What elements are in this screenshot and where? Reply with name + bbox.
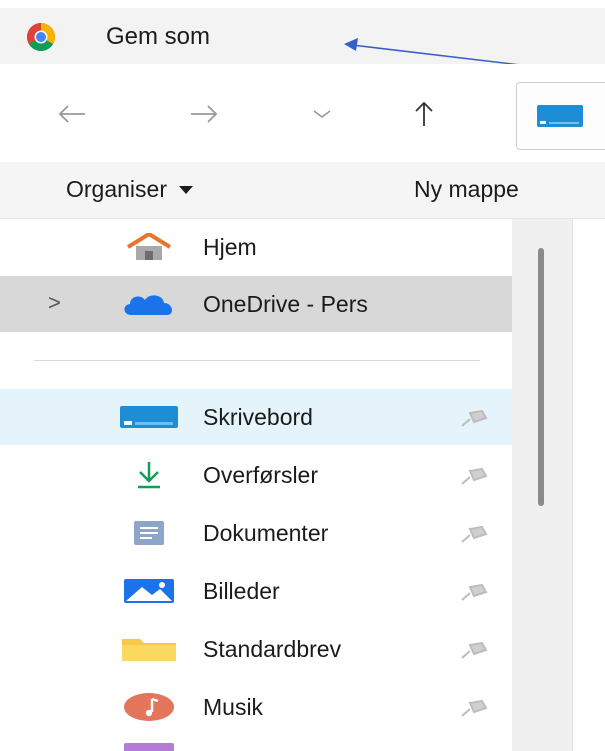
desktop-folder-icon [537, 105, 583, 127]
folder-icon [120, 632, 178, 666]
sidebar-item-label: Dokumenter [203, 520, 329, 546]
up-arrow-icon [415, 101, 433, 126]
pin-icon[interactable] [460, 408, 488, 428]
sidebar-item-label: Billeder [203, 578, 280, 604]
file-list-area[interactable] [572, 219, 605, 751]
up-button[interactable] [402, 92, 446, 136]
sidebar-item-onedrive[interactable]: > OneDrive - Pers [0, 276, 512, 332]
caret-down-icon [178, 185, 193, 194]
sidebar-item-label: Skrivebord [203, 404, 313, 430]
sidebar-item-label: OneDrive - Pers [203, 291, 368, 317]
home-icon [120, 230, 178, 264]
forward-arrow-icon [191, 105, 218, 123]
sidebar-item-desktop[interactable]: Skrivebord [0, 389, 512, 445]
address-bar[interactable] [516, 82, 605, 150]
sidebar-item-music[interactable]: Musik [0, 679, 512, 735]
navigation-bar [0, 64, 605, 162]
sidebar-item-label: Hjem [203, 234, 257, 260]
sidebar-item-documents[interactable]: Dokumenter [0, 505, 512, 561]
sidebar-item-label: Musik [203, 694, 264, 720]
section-divider [34, 360, 480, 361]
sidebar-item-standard-letters[interactable]: Standardbrev [0, 621, 512, 677]
music-icon [120, 690, 178, 724]
window-titlebar: Gem som [0, 8, 605, 64]
back-arrow-icon [58, 105, 85, 123]
documents-icon [120, 516, 178, 550]
desktop-folder-icon [120, 400, 178, 434]
new-folder-button[interactable]: Ny mappe [414, 176, 519, 203]
new-folder-label: Ny mappe [414, 176, 519, 202]
onedrive-cloud-icon [120, 287, 178, 321]
pin-icon[interactable] [460, 466, 488, 486]
organise-button[interactable]: Organiser [66, 176, 193, 203]
nav-pane-scrollbar[interactable] [538, 248, 544, 506]
sidebar-item-label: Standardbrev [203, 636, 342, 662]
sidebar-item-downloads[interactable]: Overførsler [0, 447, 512, 503]
window-title: Gem som [106, 23, 211, 50]
sidebar-item-home[interactable]: Hjem [0, 219, 512, 275]
forward-button[interactable] [182, 92, 226, 136]
chevron-down-icon [313, 110, 331, 118]
download-icon [120, 458, 178, 492]
partial-folder-icon [124, 743, 174, 751]
pin-icon[interactable] [460, 698, 488, 718]
expand-chevron-icon[interactable]: > [48, 290, 61, 316]
sidebar-item-pictures[interactable]: Billeder [0, 563, 512, 619]
pin-icon[interactable] [460, 524, 488, 544]
pictures-icon [120, 574, 178, 608]
chrome-icon [27, 23, 55, 51]
pin-icon[interactable] [460, 640, 488, 660]
recent-locations-button[interactable] [300, 92, 344, 136]
organise-label: Organiser [66, 176, 167, 202]
back-button[interactable] [50, 92, 94, 136]
command-bar: Organiser Ny mappe [0, 162, 605, 219]
sidebar-item-label: Overførsler [203, 462, 318, 488]
navigation-pane: Hjem > OneDrive - Pers Skrivebord Overfø… [0, 219, 512, 751]
pin-icon[interactable] [460, 582, 488, 602]
